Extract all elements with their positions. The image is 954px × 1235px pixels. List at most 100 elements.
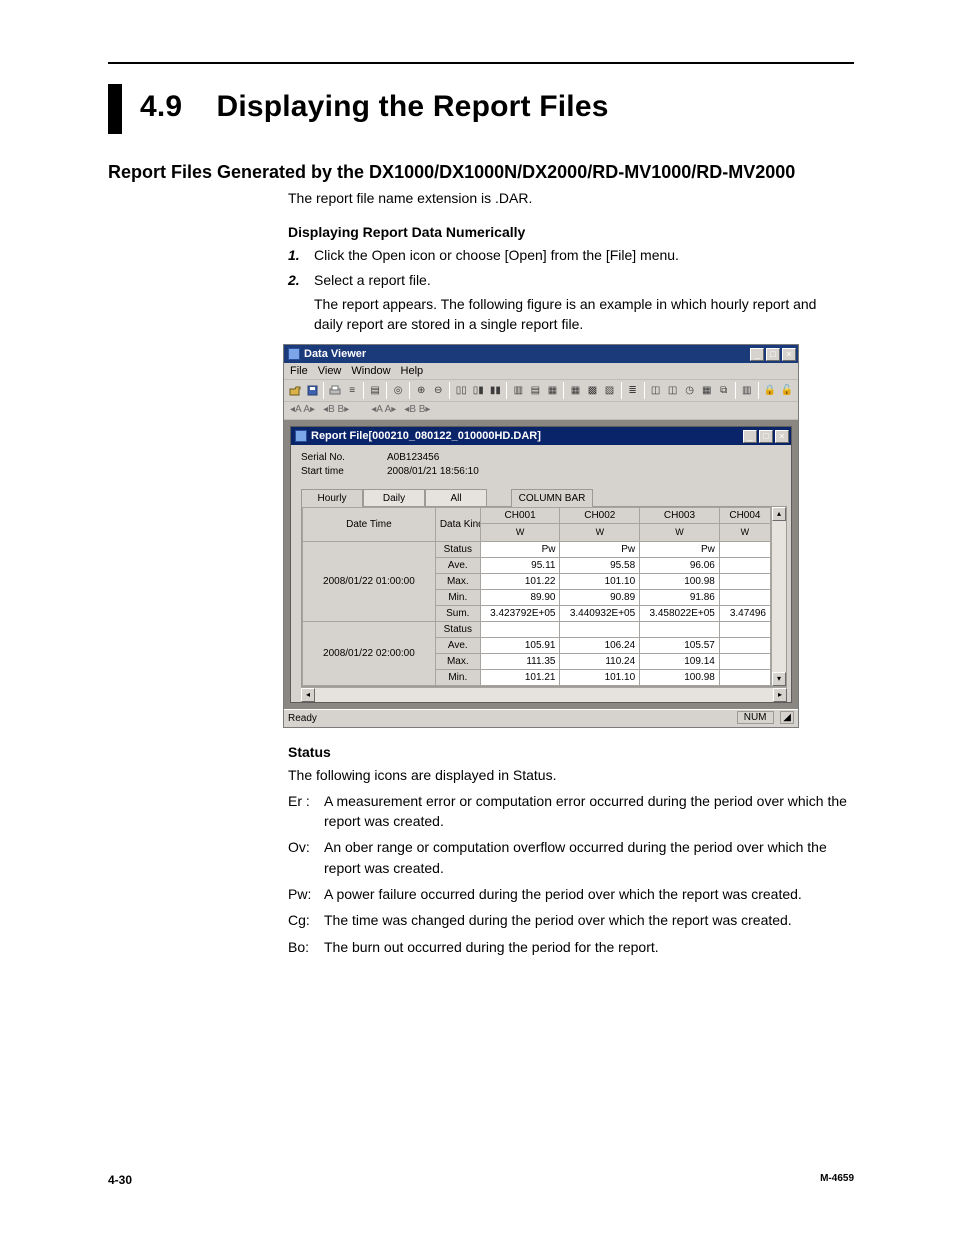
nav-group[interactable]: ◂B B▸ (404, 404, 430, 415)
grid2-icon[interactable]: ▩ (584, 382, 600, 399)
cell-datakind: Max. (435, 653, 480, 669)
save-icon[interactable] (304, 382, 320, 399)
mdi-client-area: Report File[000210_080122_010000HD.DAR] … (284, 420, 798, 709)
horizontal-scrollbar[interactable]: ◂ ▸ (301, 687, 787, 702)
chart-icon[interactable]: ⧉ (716, 382, 732, 399)
table-icon[interactable]: ▦ (699, 382, 715, 399)
col-channel: CH001 (480, 508, 560, 524)
section-heading: 4.9 Displaying the Report Files (140, 84, 609, 134)
zoom-in-icon[interactable]: ⊕ (413, 382, 429, 399)
minimize-button[interactable]: _ (750, 348, 764, 361)
cell-value: 96.06 (640, 557, 720, 573)
subsection-heading: Report Files Generated by the DX1000/DX1… (108, 162, 854, 183)
step-number: 2. (288, 271, 314, 334)
col-unit: W (480, 524, 560, 542)
cell-datakind: Min. (435, 669, 480, 685)
scroll-down-icon[interactable]: ▾ (772, 672, 786, 686)
step-number: 1. (288, 246, 314, 266)
scroll-right-icon[interactable]: ▸ (773, 688, 787, 702)
col-channel: CH004 (719, 508, 770, 524)
zoom-out-icon[interactable]: ⊖ (430, 382, 446, 399)
step-text: Click the Open icon or choose [Open] fro… (314, 246, 848, 266)
section-number: 4.9 (140, 90, 182, 123)
cell-datakind: Status (435, 621, 480, 637)
menu-view[interactable]: View (318, 365, 342, 377)
bar1-icon[interactable]: ▥ (510, 382, 526, 399)
menu-help[interactable]: Help (401, 365, 424, 377)
nav-group[interactable]: ◂A A▸ (290, 404, 315, 415)
open-icon[interactable] (287, 382, 303, 399)
view3-icon[interactable]: ▮▮ (487, 382, 503, 399)
tabstrip: Hourly Daily All COLUMN BAR (301, 489, 787, 507)
view2-icon[interactable]: ▯▮ (470, 382, 486, 399)
nav-group[interactable]: ◂B B▸ (323, 404, 349, 415)
sort-icon[interactable]: ≡ (344, 382, 360, 399)
cell-value: 3.440932E+05 (560, 605, 640, 621)
grid3-icon[interactable]: ▨ (602, 382, 618, 399)
close-button[interactable]: × (782, 348, 796, 361)
lock-icon[interactable]: 🔒 (762, 382, 778, 399)
target-icon[interactable]: ◎ (390, 382, 406, 399)
resize-grip-icon[interactable]: ◢ (780, 711, 794, 724)
window-title: Data Viewer (304, 348, 750, 360)
cell-value: 105.91 (480, 637, 560, 653)
cell-datakind: Ave. (435, 557, 480, 573)
cell-datakind: Sum. (435, 605, 480, 621)
unlock-icon[interactable]: 🔓 (779, 382, 795, 399)
copy-icon[interactable]: ▤ (367, 382, 383, 399)
table-row: 2008/01/22 01:00:00StatusPwPwPw (303, 541, 771, 557)
tab-all[interactable]: All (425, 489, 487, 507)
status-definitions: Er :A measurement error or computation e… (288, 791, 848, 957)
vertical-scrollbar[interactable]: ▴ ▾ (771, 507, 786, 686)
align-icon[interactable]: ≣ (625, 382, 641, 399)
inner-close-button[interactable]: × (775, 430, 789, 443)
grid1-icon[interactable]: ▦ (567, 382, 583, 399)
cell-value (719, 541, 770, 557)
nav-group[interactable]: ◂A A▸ (371, 404, 396, 415)
cell-value: 110.24 (560, 653, 640, 669)
scroll-up-icon[interactable]: ▴ (772, 507, 786, 521)
inner-minimize-button[interactable]: _ (743, 430, 757, 443)
window-titlebar[interactable]: Data Viewer _ □ × (284, 345, 798, 363)
cell-value: 90.89 (560, 589, 640, 605)
cell-value (719, 669, 770, 685)
toolbar: ≡ ▤ ◎ ⊕ ⊖ ▯▯ ▯▮ ▮▮ ▥ ▤ ▦ ▦ ▩ ▨ (284, 380, 798, 402)
report-data-grid: Date TimeData KindCH001CH002CH003CH004WW… (302, 507, 771, 686)
tab-column-bar[interactable]: COLUMN BAR (511, 489, 593, 507)
inner-window-titlebar[interactable]: Report File[000210_080122_010000HD.DAR] … (291, 427, 791, 445)
document-icon (295, 430, 307, 442)
cell-value: 91.86 (640, 589, 720, 605)
cell-value: 109.14 (640, 653, 720, 669)
status-code: Er : (288, 791, 324, 832)
view1-icon[interactable]: ▯▯ (453, 382, 469, 399)
menu-file[interactable]: File (290, 365, 308, 377)
scale-icon[interactable]: ▥ (739, 382, 755, 399)
tab-daily[interactable]: Daily (363, 489, 425, 507)
tab-hourly[interactable]: Hourly (301, 489, 363, 507)
cell-value: 101.10 (560, 573, 640, 589)
maximize-button[interactable]: □ (766, 348, 780, 361)
status-desc: The time was changed during the period o… (324, 910, 848, 930)
scroll-left-icon[interactable]: ◂ (301, 688, 315, 702)
col-channel: CH002 (560, 508, 640, 524)
bar2-icon[interactable]: ▤ (527, 382, 543, 399)
step-text: Select a report file. (314, 272, 431, 288)
menu-window[interactable]: Window (351, 365, 390, 377)
print-icon[interactable] (327, 382, 343, 399)
inner-maximize-button[interactable]: □ (759, 430, 773, 443)
cell-value (560, 621, 640, 637)
clock-icon[interactable]: ◷ (682, 382, 698, 399)
cell-value (719, 621, 770, 637)
data-viewer-window: Data Viewer _ □ × File View Window Help (283, 344, 799, 728)
cell-value (480, 621, 560, 637)
cell-value: 100.98 (640, 573, 720, 589)
panel1-icon[interactable]: ◫ (648, 382, 664, 399)
section-bar (108, 84, 122, 134)
panel2-icon[interactable]: ◫ (665, 382, 681, 399)
report-file-window: Report File[000210_080122_010000HD.DAR] … (290, 426, 792, 703)
step-subtext: The report appears. The following figure… (314, 295, 848, 334)
status-code: Ov: (288, 837, 324, 878)
bar3-icon[interactable]: ▦ (544, 382, 560, 399)
col-datetime: Date Time (303, 508, 436, 542)
cell-value: 105.57 (640, 637, 720, 653)
